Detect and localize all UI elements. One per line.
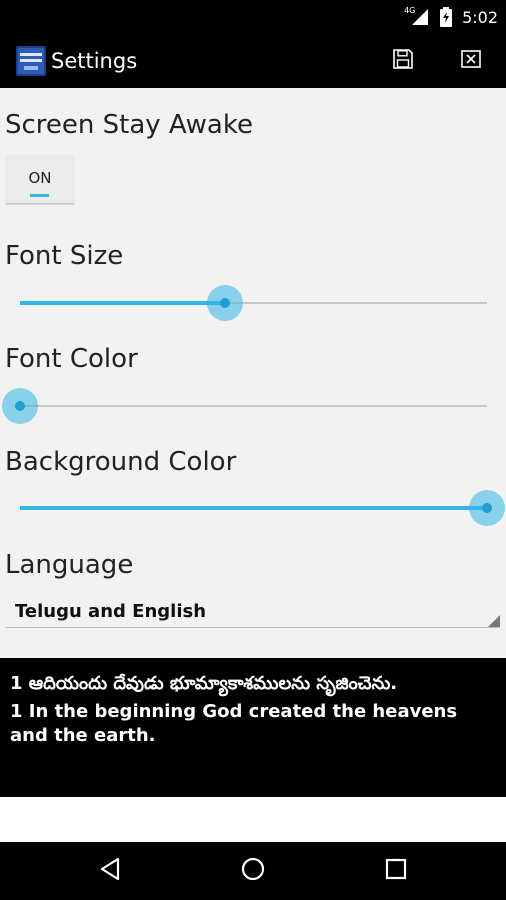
text-preview: 1 ఆదియందు దేవుడు భూమ్యాకాశములను సృజించెన… (0, 658, 506, 797)
close-button[interactable] (457, 47, 485, 75)
slider-thumb[interactable] (207, 285, 244, 321)
slider-fill (20, 506, 487, 510)
slider-fill (20, 301, 226, 305)
slider-thumb-core (15, 401, 25, 411)
font-size-label: Font Size (5, 241, 124, 271)
page-title: Settings (51, 49, 138, 73)
toggle-indicator (30, 194, 49, 197)
preview-english-line: 1 In the beginning God created the heave… (10, 701, 458, 746)
toggle-state-text: ON (28, 169, 52, 187)
font-color-slider[interactable] (2, 386, 487, 426)
language-selected-value: Telugu and English (15, 601, 207, 622)
save-button[interactable] (389, 47, 417, 75)
slider-thumb[interactable] (2, 388, 38, 424)
navigation-bar (0, 842, 506, 900)
back-button[interactable] (93, 853, 129, 889)
font-color-label: Font Color (5, 344, 138, 374)
background-color-label: Background Color (5, 447, 237, 477)
network-type-label: 4G (404, 6, 416, 15)
signal-icon: 4G (404, 6, 430, 26)
status-time: 5:02 (462, 7, 498, 27)
action-bar: Settings (0, 34, 506, 88)
slider-thumb-core (482, 503, 492, 513)
status-icons: 4G 5:02 (404, 0, 498, 34)
slider-thumb-core (220, 298, 231, 308)
empty-area (0, 797, 506, 842)
status-bar: 4G 5:02 (0, 0, 506, 34)
back-icon (98, 856, 124, 886)
dropdown-caret-icon (488, 615, 500, 627)
settings-panel: Screen Stay Awake ON Font Size Font Colo… (0, 88, 506, 658)
recents-button[interactable] (378, 853, 414, 889)
screen-awake-label: Screen Stay Awake (5, 110, 253, 140)
home-button[interactable] (235, 853, 271, 889)
font-size-slider[interactable] (20, 283, 487, 323)
slider-track (20, 405, 487, 407)
app-logo (15, 45, 47, 77)
recents-icon (384, 857, 408, 885)
preview-telugu-line: 1 ఆదియందు దేవుడు భూమ్యాకాశములను సృజించెన… (10, 673, 398, 694)
home-icon (240, 856, 266, 886)
slider-thumb[interactable] (469, 490, 505, 526)
screen-awake-toggle[interactable]: ON (6, 155, 74, 204)
background-color-slider[interactable] (20, 488, 505, 528)
battery-icon (440, 7, 453, 27)
save-icon (391, 47, 415, 75)
language-select[interactable]: Telugu and English (6, 593, 500, 628)
language-label: Language (5, 550, 134, 580)
close-icon (459, 47, 483, 75)
